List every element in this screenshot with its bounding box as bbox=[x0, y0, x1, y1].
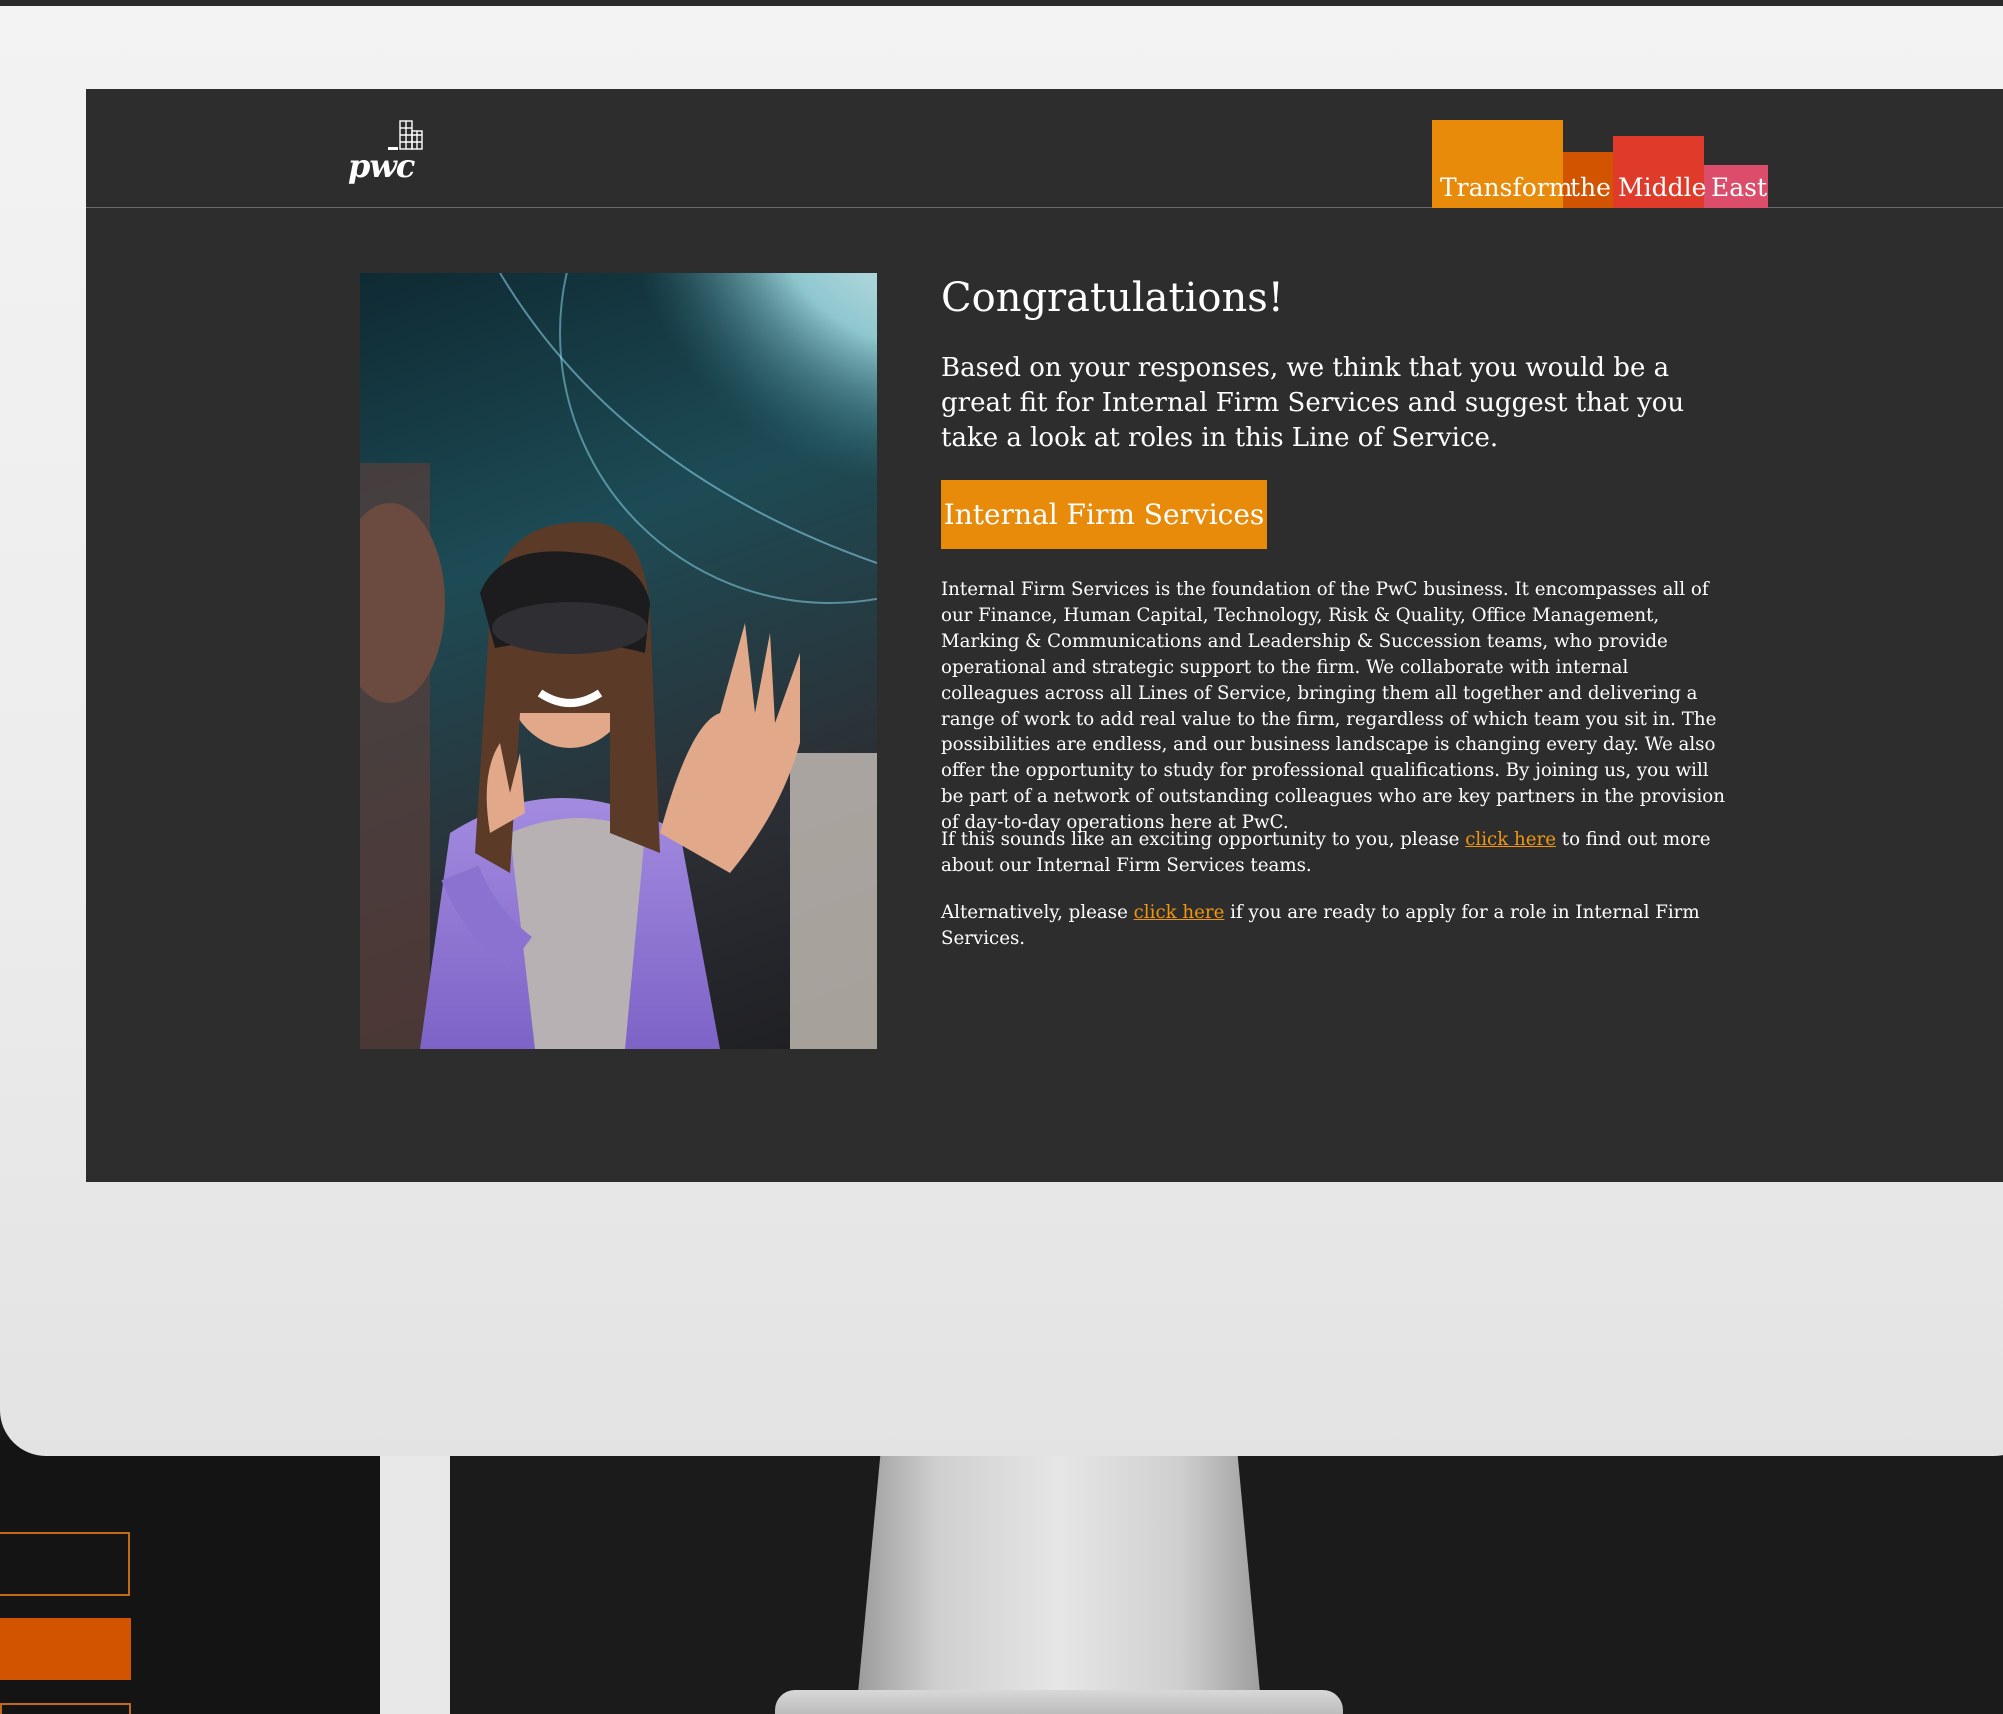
pwc-logo[interactable]: pwc bbox=[348, 117, 448, 187]
brand-word-middle: Middle bbox=[1618, 173, 1707, 202]
background-edge bbox=[380, 1440, 450, 1714]
lead-paragraph: Based on your responses, we think that y… bbox=[941, 353, 1685, 453]
hero-illustration bbox=[360, 273, 877, 1049]
monitor-stand bbox=[856, 1455, 1262, 1714]
hero-image bbox=[360, 273, 877, 1049]
apply-paragraph: Alternatively, please click here if you … bbox=[941, 900, 1731, 952]
background-outline-button-2 bbox=[0, 1703, 131, 1714]
screen: pwc Transform the Middle East Congratula… bbox=[86, 89, 2003, 1182]
internal-firm-services-button[interactable]: Internal Firm Services bbox=[941, 480, 1267, 549]
background-orange-button bbox=[0, 1618, 131, 1680]
find-out-more-link[interactable]: click here bbox=[1465, 829, 1556, 850]
brand-word-east: East bbox=[1711, 173, 1768, 202]
brand-word-transform: Transform bbox=[1440, 173, 1573, 202]
monitor-stand-base bbox=[775, 1690, 1343, 1714]
apply-text-before: Alternatively, please bbox=[941, 902, 1134, 923]
apply-link[interactable]: click here bbox=[1134, 902, 1225, 923]
find-out-more-text-before: If this sounds like an exciting opportun… bbox=[941, 829, 1466, 850]
find-out-more-paragraph: If this sounds like an exciting opportun… bbox=[941, 827, 1731, 879]
logo-text: pwc bbox=[348, 147, 415, 185]
brand-word-the: the bbox=[1570, 173, 1611, 202]
brand-lockup: Transform the Middle East bbox=[1432, 120, 1772, 208]
monitor-top-edge bbox=[0, 0, 2003, 6]
page-title: Congratulations! bbox=[941, 275, 1284, 321]
site-header: pwc Transform the Middle East bbox=[86, 89, 2003, 208]
background-outline-button bbox=[0, 1532, 130, 1596]
description-paragraph: Internal Firm Services is the foundation… bbox=[941, 579, 1725, 834]
